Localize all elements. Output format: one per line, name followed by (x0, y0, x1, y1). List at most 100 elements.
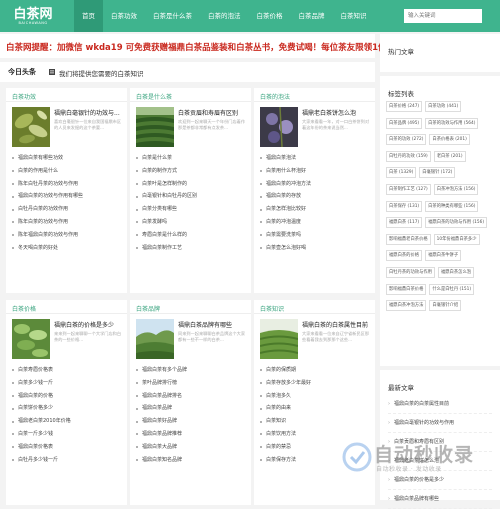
list-item[interactable]: 福鼎白茶品牌 (136, 402, 187, 415)
nav-brand[interactable]: 白茶品牌 (291, 0, 333, 32)
notice-text[interactable]: 白茶网提醒：加微信 wkda19 可免费获赠福鼎白茶品鉴装和白茶丛书，免费试喝！… (6, 41, 395, 53)
tag[interactable]: 白茶制作工艺 (127) (386, 183, 431, 195)
list-item[interactable]: 福鼎老白茶2010年价格 (12, 415, 71, 428)
list-item[interactable]: 白茶寿眉价格表 (12, 364, 71, 377)
list-item[interactable]: 福鼎白茶大品牌 (136, 441, 187, 454)
panel-title[interactable]: 白茶价格 (12, 304, 36, 313)
tea-hills-image[interactable] (136, 319, 174, 359)
tag[interactable]: 白茶保存 (131) (386, 200, 423, 212)
list-item[interactable]: 白茶用什么杯泡好 (260, 165, 311, 178)
list-item[interactable]: 白茶怎样泡比较好 (260, 203, 311, 216)
nav-what-is[interactable]: 白茶是什么茶 (145, 0, 200, 32)
tag[interactable]: 白茶冲泡方法 (156) (433, 183, 479, 195)
tag[interactable]: 影响福鼎白茶价格 (386, 283, 427, 295)
list-item[interactable]: 白茶一斤多少钱 (12, 428, 71, 441)
tag[interactable]: 10年份福鼎白茶多少 (433, 233, 480, 245)
tag[interactable]: 福鼎白茶怎么泡 (437, 266, 475, 278)
list-item[interactable]: 白茶发酵吗 (136, 216, 197, 229)
tag[interactable]: 白毫银针介绍 (429, 300, 462, 312)
tea-field-image[interactable] (260, 319, 298, 359)
tea-garden-image[interactable] (136, 107, 174, 147)
tag[interactable]: 福鼎白茶 (117) (386, 217, 423, 229)
list-item[interactable]: 白茶泡多久 (260, 390, 311, 403)
list-item[interactable]: 福鼎白茶好品牌 (136, 415, 187, 428)
feature-title[interactable]: 福鼎白毫银针的功效与... (54, 108, 124, 117)
feature-title[interactable]: 福鼎白茶品牌有哪些 (178, 320, 248, 329)
list-item[interactable]: 白茶需要洗茶吗 (260, 229, 311, 242)
tag[interactable]: 福鼎白茶的功效与作用 (156) (425, 217, 487, 229)
tag[interactable]: 白茶的功效与作用 (564) (425, 117, 479, 129)
tag[interactable]: 什么是白牡丹 (151) (429, 283, 475, 295)
tag[interactable]: 老白茶 (201) (433, 150, 466, 162)
list-item[interactable]: 白茶是什么茶 (136, 152, 197, 165)
tag[interactable]: 福鼎白茶冲泡方法 (386, 300, 427, 312)
feature-title[interactable]: 福鼎白茶的白茶属性目前 (302, 320, 372, 329)
panel-title[interactable]: 白茶知识 (260, 304, 284, 313)
feature-title[interactable]: 白茶贡眉和寿眉有区别 (178, 108, 248, 117)
list-item[interactable]: 福鼎白茶价格表 (12, 441, 71, 454)
list-item[interactable]: 陈年白牡丹茶的功效与作用 (12, 178, 83, 191)
list-item[interactable]: 白毫银针和白牡丹的区别 (136, 190, 197, 203)
tea-bush-image[interactable] (12, 319, 50, 359)
feature-title[interactable]: 福鼎老白茶饼怎么泡 (302, 108, 372, 117)
list-item[interactable]: 白茶的保质期 (260, 364, 311, 377)
list-item[interactable]: 白茶保存方法 (260, 454, 311, 467)
list-item[interactable]: › 福鼎白茶的白茶属性目前 (388, 395, 492, 414)
tag[interactable]: 白茶价格表 (201) (429, 134, 470, 146)
nav-knowledge[interactable]: 白茶知识 (333, 0, 375, 32)
list-item[interactable]: 白牡丹白茶的功效作用 (12, 203, 83, 216)
nav-brewing[interactable]: 白茶的泡法 (200, 0, 249, 32)
tag[interactable]: 福鼎白茶牛饼子 (425, 250, 462, 262)
tag[interactable]: 白茶价格 (247) (386, 101, 423, 112)
tag[interactable]: 白茶的功效 (272) (386, 134, 427, 146)
tag[interactable]: 白茶品牌 (495) (386, 117, 423, 129)
tea-flower-image[interactable] (260, 107, 298, 147)
list-item[interactable]: › 福鼎白毫银针的功效与作用 (388, 414, 492, 433)
tag[interactable]: 白茶功效 (441) (425, 101, 462, 112)
nav-home[interactable]: 首页 (74, 0, 103, 32)
list-item[interactable]: 福鼎白茶制作工艺 (136, 242, 197, 255)
tag[interactable]: 白茶的种类有哪些 (156) (425, 200, 479, 212)
list-item[interactable]: 白茶饼价格多少 (12, 402, 71, 415)
list-item[interactable]: 白茶分类有哪些 (136, 203, 197, 216)
tag[interactable]: 福鼎白茶的价格 (386, 250, 423, 262)
tag[interactable]: 白毫银针 (172) (419, 167, 456, 179)
list-item[interactable]: 福鼎白茶的冲泡方法 (260, 178, 311, 191)
tag[interactable]: 白茶 (1329) (386, 167, 417, 179)
list-item[interactable]: 白牡丹多少钱一斤 (12, 454, 71, 467)
list-item[interactable]: 福鼎白茶的存放 (260, 190, 311, 203)
search-input[interactable] (404, 9, 482, 23)
list-item[interactable]: 白茶的由来 (260, 402, 311, 415)
nav-efficacy[interactable]: 白茶功效 (103, 0, 145, 32)
list-item[interactable]: 陈年福鼎白茶的功效与作用 (12, 229, 83, 242)
list-item[interactable]: 福鼎白茶的价格 (12, 390, 71, 403)
list-item[interactable]: 陈年白茶的功效与作用 (12, 216, 83, 229)
panel-title[interactable]: 白茶功效 (12, 92, 36, 101)
list-item[interactable]: 白茶多少钱一斤 (12, 377, 71, 390)
panel-title[interactable]: 白茶是什么茶 (136, 92, 172, 101)
list-item[interactable]: 福鼎白茶泡法 (260, 152, 311, 165)
list-item[interactable]: 白茶饮用方法 (260, 428, 311, 441)
list-item[interactable]: 白茶叶是怎样制作的 (136, 178, 197, 191)
panel-title[interactable]: 白茶的泡法 (260, 92, 290, 101)
feature-title[interactable]: 福鼎白茶的价格是多少 (54, 320, 124, 329)
tag[interactable]: 影响福鼎老白茶价格 (386, 233, 431, 245)
list-item[interactable]: 白茶知识 (260, 415, 311, 428)
list-item[interactable]: 冬天喝白茶的好处 (12, 242, 83, 255)
list-item[interactable]: 寿眉白茶是什么样的 (136, 229, 197, 242)
tea-leaf-image[interactable] (12, 107, 50, 147)
list-item[interactable]: 白茶的作用是什么 (12, 165, 83, 178)
list-item[interactable]: 白茶壶怎么泡好喝 (260, 242, 311, 255)
nav-price[interactable]: 白茶价格 (249, 0, 291, 32)
site-logo[interactable]: 白茶网 BAICHAWANG (0, 0, 66, 32)
tag[interactable]: 白牡丹的功效 (159) (386, 150, 431, 162)
list-item[interactable]: 白茶的制作方式 (136, 165, 197, 178)
list-item[interactable]: 白茶的禁忌 (260, 441, 311, 454)
list-item[interactable]: 白茶存放多少年最好 (260, 377, 311, 390)
list-item[interactable]: 茶叶品牌排行榜 (136, 377, 187, 390)
list-item[interactable]: 福鼎白茶有哪些功效 (12, 152, 83, 165)
list-item[interactable]: 福鼎白茶有多个品牌 (136, 364, 187, 377)
headline-text[interactable]: 我们将提供您需要的白茶知识 (59, 68, 144, 78)
list-item[interactable]: 福鼎白茶知名品牌 (136, 454, 187, 467)
panel-title[interactable]: 白茶品牌 (136, 304, 160, 313)
